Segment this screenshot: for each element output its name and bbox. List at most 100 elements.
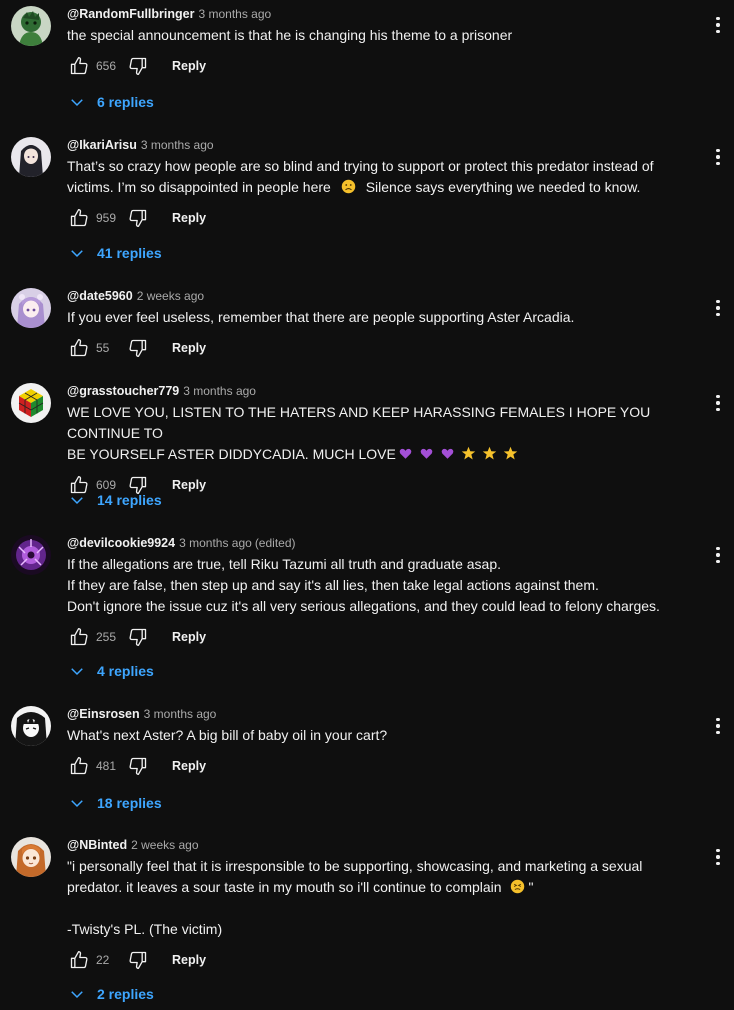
comment-line: That’s so crazy how people are so blind … xyxy=(67,158,654,174)
comment-menu-button[interactable] xyxy=(712,15,724,35)
comment-line-segment: " xyxy=(528,879,534,895)
comment-actions: 55 Reply xyxy=(67,336,698,360)
comment-time[interactable]: 2 weeks ago xyxy=(131,838,198,852)
like-button[interactable] xyxy=(67,625,91,649)
view-replies-button[interactable]: 6 replies xyxy=(68,93,154,111)
persevering-face-emoji-icon xyxy=(511,879,525,894)
view-replies-button[interactable]: 18 replies xyxy=(68,794,162,812)
comment-time[interactable]: 3 months ago xyxy=(183,384,256,398)
comment-header: @IkariArisu 3 months ago xyxy=(67,137,698,153)
view-replies-button[interactable]: 14 replies xyxy=(68,491,162,509)
comment-text: That’s so crazy how people are so blind … xyxy=(67,156,698,198)
edited-label: (edited) xyxy=(254,536,296,550)
view-replies-button[interactable]: 2 replies xyxy=(68,985,154,1003)
avatar[interactable] xyxy=(11,837,51,877)
comment-text: If the allegations are true, tell Riku T… xyxy=(67,554,698,617)
thumbs-down-icon xyxy=(129,628,147,646)
comment-author[interactable]: @grasstoucher779 xyxy=(67,384,179,398)
dislike-button[interactable] xyxy=(126,206,150,230)
more-dot-icon xyxy=(716,724,720,728)
more-dot-icon xyxy=(716,300,720,304)
comment-line: If the allegations are true, tell Riku T… xyxy=(67,556,501,572)
more-dot-icon xyxy=(716,553,720,557)
reply-button[interactable]: Reply xyxy=(172,630,206,644)
comment-time[interactable]: 2 weeks ago xyxy=(137,289,204,303)
reply-button[interactable]: Reply xyxy=(172,59,206,73)
comment-line: -Twisty's PL. (The victim) xyxy=(67,921,223,937)
thumbs-up-icon xyxy=(70,757,88,775)
like-button[interactable] xyxy=(67,948,91,972)
comment-line: Don't ignore the issue cuz it's all very… xyxy=(67,598,660,614)
chevron-down-icon xyxy=(71,991,83,999)
replies-count: 14 replies xyxy=(97,492,162,508)
comment-time[interactable]: 3 months ago xyxy=(179,536,252,550)
comment-header: @RandomFullbringer 3 months ago xyxy=(67,6,698,22)
like-button[interactable] xyxy=(67,754,91,778)
avatar[interactable] xyxy=(11,137,51,177)
comment-author[interactable]: @NBinted xyxy=(67,838,127,852)
reply-button[interactable]: Reply xyxy=(172,953,206,967)
like-button[interactable] xyxy=(67,206,91,230)
green-character-avatar-icon xyxy=(11,6,51,46)
avatar[interactable] xyxy=(11,288,51,328)
comment-header: @NBinted 2 weeks ago xyxy=(67,837,698,853)
view-replies-button[interactable]: 4 replies xyxy=(68,662,154,680)
comment-text: "i personally feel that it is irresponsi… xyxy=(67,856,698,940)
chevron-down-icon xyxy=(71,668,83,676)
comment-menu-button[interactable] xyxy=(712,847,724,867)
purple-glow-avatar-icon xyxy=(11,535,51,575)
comment-text: WE LOVE YOU, LISTEN TO THE HATERS AND KE… xyxy=(67,402,698,465)
glowing-star-emoji-icon xyxy=(461,446,476,460)
view-replies-button[interactable]: 41 replies xyxy=(68,244,162,262)
reply-button[interactable]: Reply xyxy=(172,478,206,492)
purple-heart-emoji-icon xyxy=(399,448,412,459)
comment-author[interactable]: @IkariArisu xyxy=(67,138,137,152)
comment-menu-button[interactable] xyxy=(712,545,724,565)
avatar[interactable] xyxy=(11,6,51,46)
more-dot-icon xyxy=(716,547,720,551)
reply-button[interactable]: Reply xyxy=(172,341,206,355)
thumbs-down-icon xyxy=(129,757,147,775)
comment-time[interactable]: 3 months ago xyxy=(141,138,214,152)
avatar[interactable] xyxy=(11,535,51,575)
comment-author[interactable]: @date5960 xyxy=(67,289,133,303)
like-count: 959 xyxy=(96,211,117,225)
more-dot-icon xyxy=(716,849,720,853)
reply-button[interactable]: Reply xyxy=(172,759,206,773)
comment-author[interactable]: @RandomFullbringer xyxy=(67,7,194,21)
comment-line-segment: victims. I’m so disappointed in people h… xyxy=(67,179,331,195)
chevron-down-icon xyxy=(71,497,83,505)
dislike-button[interactable] xyxy=(126,54,150,78)
chevron-down-icon xyxy=(71,800,83,808)
comment-menu-button[interactable] xyxy=(712,147,724,167)
like-count: 22 xyxy=(96,953,110,967)
comment-line-segment: Silence says everything we needed to kno… xyxy=(365,179,641,195)
dislike-button[interactable] xyxy=(126,948,150,972)
comment-line: BE YOURSELF ASTER DIDDYCADIA. MUCH LOVE xyxy=(67,444,698,465)
like-button[interactable] xyxy=(67,54,91,78)
comment-menu-button[interactable] xyxy=(712,298,724,318)
comment-author[interactable]: @devilcookie9924 xyxy=(67,536,175,550)
glowing-star-emoji-icon xyxy=(482,446,497,460)
more-dot-icon xyxy=(716,161,720,165)
dislike-button[interactable] xyxy=(126,336,150,360)
like-button[interactable] xyxy=(67,336,91,360)
comment-menu-button[interactable] xyxy=(712,716,724,736)
comment-text: What's next Aster? A big bill of baby oi… xyxy=(67,725,698,746)
comment-author[interactable]: @Einsrosen xyxy=(67,707,140,721)
more-dot-icon xyxy=(716,407,720,411)
dislike-button[interactable] xyxy=(126,754,150,778)
avatar[interactable] xyxy=(11,706,51,746)
comment-line: If they are false, then step up and say … xyxy=(67,577,599,593)
dislike-button[interactable] xyxy=(126,625,150,649)
comment-header: @date5960 2 weeks ago xyxy=(67,288,698,304)
comment-time[interactable]: 3 months ago xyxy=(144,707,217,721)
reply-button[interactable]: Reply xyxy=(172,211,206,225)
comment-line: WE LOVE YOU, LISTEN TO THE HATERS AND KE… xyxy=(67,404,651,441)
avatar[interactable] xyxy=(11,383,51,423)
thumbs-down-icon xyxy=(129,339,147,357)
comment-line: the special announcement is that he is c… xyxy=(67,27,513,43)
comment-time[interactable]: 3 months ago xyxy=(198,7,271,21)
more-dot-icon xyxy=(716,718,720,722)
comment-menu-button[interactable] xyxy=(712,393,724,413)
